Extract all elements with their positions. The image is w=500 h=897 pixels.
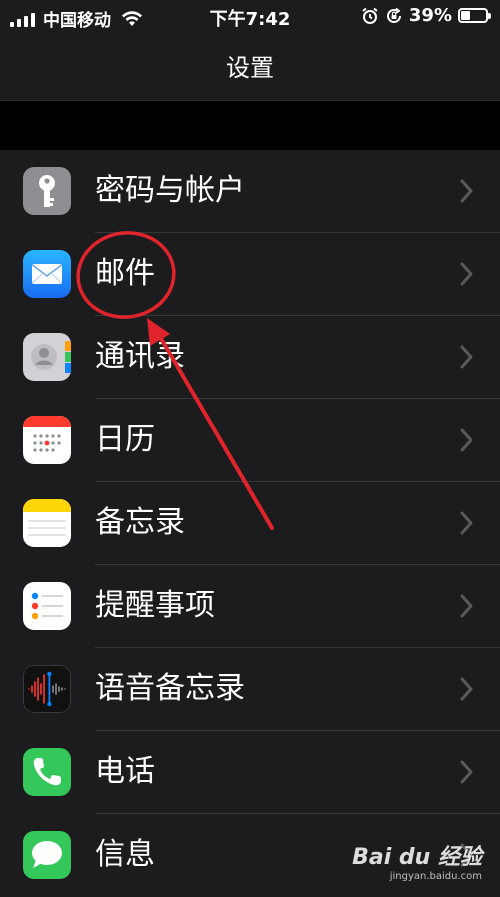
settings-row-label: 电话 [95, 754, 155, 789]
settings-row-reminders[interactable]: 提醒事项 [0, 565, 500, 648]
status-right: 39% [361, 5, 491, 26]
settings-row-label: 日历 [95, 422, 155, 457]
calendar-icon [23, 416, 71, 464]
settings-list: 密码与帐户 邮件 通讯录 日历 备忘录 提醒事项 语音备忘录 电话 信息 [0, 150, 500, 897]
watermark: Bai du 经验 jingyan.baidu.com [352, 839, 482, 882]
chevron-right-icon [460, 677, 473, 701]
navigation-bar: 设置 [0, 34, 500, 101]
settings-row-mail[interactable]: 邮件 [0, 233, 500, 316]
phone-icon [23, 748, 71, 796]
watermark-url: jingyan.baidu.com [389, 871, 482, 882]
chevron-right-icon [460, 594, 473, 618]
settings-row-label: 邮件 [95, 256, 155, 291]
battery-percent: 39% [408, 5, 452, 26]
contacts-icon [23, 333, 71, 381]
settings-row-voice-memos[interactable]: 语音备忘录 [0, 648, 500, 731]
voice-memos-icon [23, 665, 71, 713]
notes-icon [23, 499, 71, 547]
settings-row-calendar[interactable]: 日历 [0, 399, 500, 482]
key-icon [23, 167, 71, 215]
settings-row-label: 密码与帐户 [95, 173, 245, 208]
settings-row-label: 备忘录 [95, 505, 185, 540]
settings-row-label: 信息 [95, 837, 155, 872]
page-title: 设置 [226, 54, 274, 82]
watermark-logo: Bai du 经验 [352, 845, 482, 870]
settings-row-phone[interactable]: 电话 [0, 731, 500, 814]
chevron-right-icon [460, 511, 473, 535]
status-bar: 中国移动 下午7:42 39% [0, 0, 500, 34]
battery-nub [488, 13, 491, 19]
mail-icon [23, 250, 71, 298]
settings-row-label: 语音备忘录 [95, 671, 245, 706]
settings-row-notes[interactable]: 备忘录 [0, 482, 500, 565]
reminders-icon [23, 582, 71, 630]
battery-fill [461, 11, 470, 20]
chevron-right-icon [460, 179, 473, 203]
settings-row-label: 通讯录 [95, 339, 185, 374]
chevron-right-icon [460, 262, 473, 286]
settings-row-passwords[interactable]: 密码与帐户 [0, 150, 500, 233]
messages-icon [23, 831, 71, 879]
settings-row-label: 提醒事项 [95, 588, 215, 623]
settings-row-contacts[interactable]: 通讯录 [0, 316, 500, 399]
alarm-icon [362, 7, 378, 24]
section-gap [0, 101, 500, 150]
orientation-lock-icon [386, 7, 401, 23]
chevron-right-icon [460, 760, 473, 784]
chevron-right-icon [460, 345, 473, 369]
chevron-right-icon [460, 428, 473, 452]
battery-icon [458, 8, 491, 23]
